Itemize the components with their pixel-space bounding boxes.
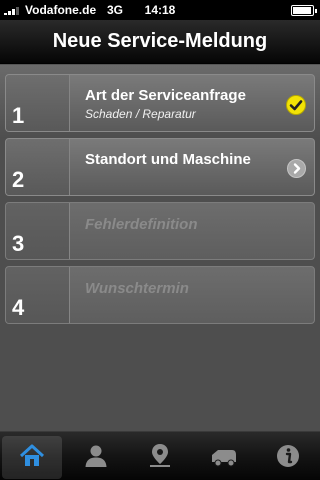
- home-icon: [19, 444, 45, 466]
- step-title: Art der Serviceanfrage: [85, 87, 246, 104]
- location-pin-icon: [150, 444, 170, 467]
- step-location-machine[interactable]: 2 Standort und Maschine: [5, 138, 315, 196]
- tab-machine[interactable]: [194, 436, 254, 479]
- step-number-cell: 1: [6, 75, 70, 131]
- status-bar: Vodafone.de 3G 14:18: [0, 0, 320, 20]
- step-title: Wunschtermin: [85, 280, 189, 297]
- step-number-cell: 3: [6, 203, 70, 259]
- step-title: Standort und Maschine: [85, 151, 251, 168]
- steps-list: 1 Art der Serviceanfrage Schaden / Repar…: [0, 65, 320, 435]
- step-error-definition: 3 Fehlerdefinition: [5, 202, 315, 260]
- step-desired-date: 4 Wunschtermin: [5, 266, 315, 324]
- navigation-bar: Neue Service-Meldung: [0, 20, 320, 64]
- step-title: Fehlerdefinition: [85, 216, 198, 233]
- step-number: 4: [12, 295, 25, 320]
- person-icon: [85, 445, 107, 467]
- tab-profile[interactable]: [66, 436, 126, 479]
- status-time: 14:18: [144, 3, 176, 17]
- step-number: 2: [12, 167, 25, 192]
- machine-icon: [212, 450, 236, 467]
- step-number-cell: 2: [6, 139, 70, 195]
- checkmark-icon: [286, 95, 306, 115]
- step-number: 1: [12, 103, 25, 128]
- step-number: 3: [12, 231, 25, 256]
- chevron-right-icon[interactable]: [287, 159, 306, 178]
- step-subtitle: Schaden / Reparatur: [85, 107, 196, 121]
- tab-info[interactable]: [258, 436, 318, 479]
- page-title: Neue Service-Meldung: [52, 30, 268, 52]
- step-number-cell: 4: [6, 267, 70, 323]
- tab-bar: [0, 431, 320, 480]
- info-icon: [277, 445, 299, 467]
- battery-icon: [291, 5, 317, 16]
- step-service-type[interactable]: 1 Art der Serviceanfrage Schaden / Repar…: [5, 74, 315, 132]
- tab-home[interactable]: [2, 436, 62, 479]
- tab-location[interactable]: [130, 436, 190, 479]
